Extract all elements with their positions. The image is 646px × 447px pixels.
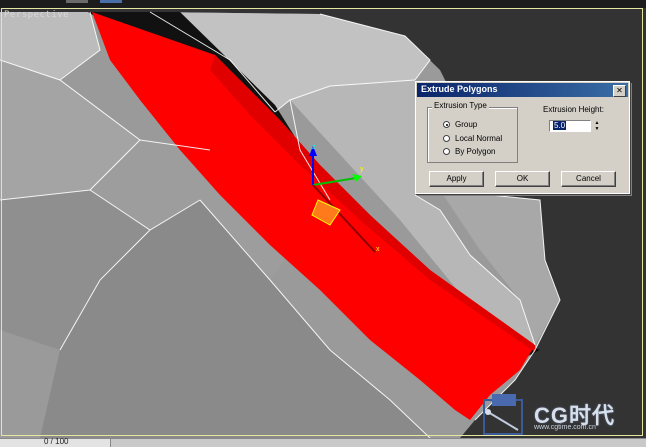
radio-by-polygon-dot[interactable] <box>443 148 450 155</box>
ok-button[interactable]: OK <box>495 171 550 187</box>
watermark: CG时代 www.cgtime.com.cn <box>478 392 638 438</box>
gizmo-axis-z-label: z <box>312 144 316 151</box>
extrusion-height-spinner[interactable]: 5.0 ▲ ▼ <box>549 120 601 132</box>
cancel-button[interactable]: Cancel <box>561 171 616 187</box>
watermark-logo-icon <box>483 394 523 435</box>
gizmo-axis-x-label: x <box>376 246 380 253</box>
extrusion-height-field[interactable]: 5.0 <box>549 120 591 132</box>
dialog-title: Extrude Polygons <box>421 84 498 94</box>
close-button[interactable]: ✕ <box>613 85 626 97</box>
perspective-viewport[interactable]: Perspective z y x CG时代 www.cgtime.com.cn <box>0 0 646 438</box>
radio-local-normal-dot[interactable] <box>443 135 450 142</box>
extrusion-type-label: Extrusion Type <box>432 101 489 110</box>
viewport-label[interactable]: Perspective <box>4 10 69 20</box>
close-icon: ✕ <box>616 86 623 95</box>
radio-by-polygon-label: By Polygon <box>455 147 496 156</box>
apply-button[interactable]: Apply <box>429 171 484 187</box>
radio-group-dot[interactable] <box>443 121 450 128</box>
extrude-polygons-dialog: Extrude Polygons ✕ Extrusion Type Group … <box>415 81 630 194</box>
radio-by-polygon-option[interactable]: By Polygon <box>443 147 495 156</box>
gizmo-axis-y-label: y <box>360 166 364 173</box>
extrusion-height-value: 5.0 <box>553 121 567 130</box>
dialog-title-bar[interactable]: Extrude Polygons ✕ <box>417 83 628 97</box>
spinner-arrows-icon[interactable]: ▲ ▼ <box>593 120 601 132</box>
scene-canvas <box>0 8 646 438</box>
radio-local-normal-option[interactable]: Local Normal <box>443 134 502 143</box>
frame-counter: 0 / 100 <box>44 437 69 446</box>
extrusion-height-label: Extrusion Height: <box>543 105 604 114</box>
radio-local-normal-label: Local Normal <box>455 134 503 143</box>
radio-group-label: Group <box>455 120 478 129</box>
watermark-url: www.cgtime.com.cn <box>534 424 596 431</box>
radio-group-option[interactable]: Group <box>443 120 477 129</box>
